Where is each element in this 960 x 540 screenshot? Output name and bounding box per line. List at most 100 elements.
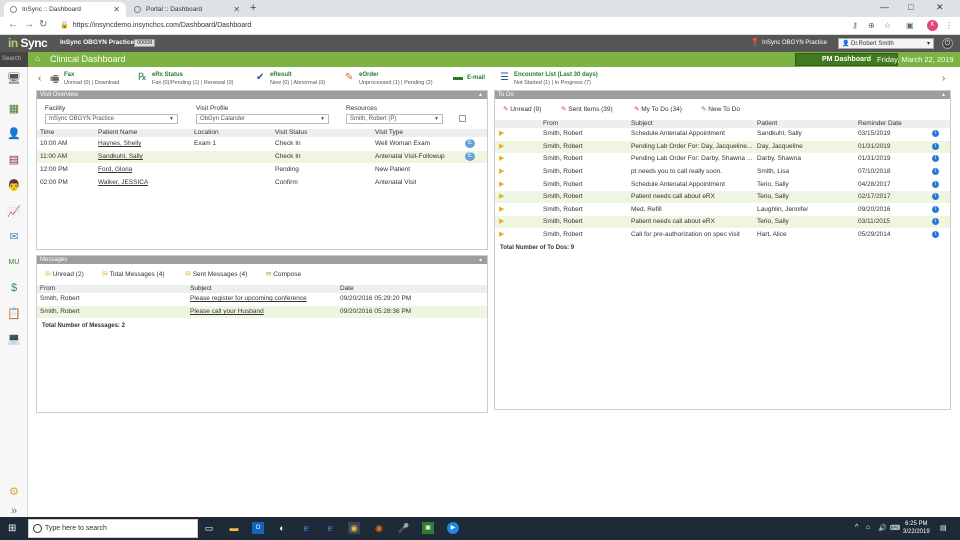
calendar-icon[interactable]: ▤ — [6, 153, 22, 167]
chart-icon[interactable]: 📈 — [6, 205, 22, 219]
settings-icon[interactable]: ⚙ — [6, 485, 22, 499]
info-icon[interactable]: i — [932, 181, 939, 188]
table-row[interactable]: ▶ Smith, Robert Med. Refill Laughlin, Je… — [495, 204, 950, 216]
mu-icon[interactable]: MU — [6, 256, 22, 270]
message-subject-link[interactable]: Please call your Husband — [190, 306, 264, 318]
new-to-do-button[interactable]: ✎ New To Do — [701, 105, 740, 113]
reload-icon[interactable]: ↻ — [39, 19, 47, 30]
task-view-icon[interactable]: ▭ — [203, 522, 215, 534]
taskbar-search-input[interactable]: Type here to search — [28, 519, 198, 538]
resources-checkbox[interactable] — [459, 115, 466, 122]
messages-icon[interactable]: ✉ — [6, 230, 22, 244]
forward-icon[interactable]: → — [24, 19, 34, 30]
volume-icon[interactable]: 🔊 — [878, 524, 887, 532]
message-subject-link[interactable]: Please register for upcoming conference — [190, 293, 307, 305]
table-row[interactable]: ▶ Smith, Robert Schedule Antenatal Appoi… — [495, 128, 950, 140]
tab-sent-messages[interactable]: ✉ Sent Messages (4) — [185, 270, 247, 278]
encounter-toggle-icon[interactable]: E — [465, 152, 475, 161]
table-row[interactable]: ▶ Smith, Robert Pending Lab Order For: D… — [495, 141, 950, 153]
back-icon[interactable]: ← — [8, 19, 18, 30]
info-icon[interactable]: i — [932, 218, 939, 225]
keyboard-icon[interactable]: ⌨ — [890, 524, 900, 532]
provider-icon[interactable]: 👨 — [6, 179, 22, 193]
logout-icon[interactable]: ⏻ — [942, 38, 953, 49]
table-row[interactable]: Smith, Robert Please register for upcomi… — [37, 293, 487, 305]
info-icon[interactable]: i — [932, 206, 939, 213]
tab-total-messages[interactable]: ✉ Total Messages (4) — [102, 270, 165, 278]
collapse-icon[interactable]: ▲ — [478, 256, 483, 264]
table-row[interactable]: 02:00 PM Walker, JESSICA Confirm Antenat… — [37, 177, 487, 189]
browser-tab-dashboard[interactable]: InSync :: Dashboard ✕ — [4, 2, 126, 17]
table-row[interactable]: Smith, Robert Please call your Husband 0… — [37, 306, 487, 318]
expand-sidebar-icon[interactable]: » — [6, 504, 22, 518]
insync-logo[interactable]: in Sync — [8, 36, 48, 50]
key-icon[interactable]: ⚷ — [852, 21, 858, 30]
taskbar-clock[interactable]: 6:25 PM 3/22/2019 — [903, 520, 930, 536]
star-icon[interactable]: ☆ — [884, 21, 891, 30]
outlook-icon[interactable]: O — [252, 522, 264, 534]
table-row[interactable]: 10:00 AM Haynes, Shelly Exam 1 Check In … — [37, 138, 487, 150]
doctor-select[interactable]: 👤 Dr.Robert Smith ▾ — [838, 38, 934, 49]
calculator-icon[interactable]: ▦ — [6, 102, 22, 116]
zoom-app-icon[interactable]: ▶ — [447, 522, 459, 534]
scroll-left-icon[interactable]: ‹ — [38, 73, 41, 84]
info-icon[interactable]: i — [932, 168, 939, 175]
file-explorer-icon[interactable]: ▬ — [228, 522, 240, 534]
info-icon[interactable]: i — [932, 193, 939, 200]
patient-icon[interactable]: 👤 — [6, 127, 22, 141]
collapse-icon[interactable]: ▲ — [941, 91, 946, 99]
sidebar-search-input[interactable]: Search — [0, 52, 28, 67]
compose-button[interactable]: ✉ Compose — [266, 270, 301, 278]
close-window-icon[interactable]: ✕ — [936, 2, 944, 13]
new-tab-button[interactable]: + — [250, 2, 256, 14]
minimize-icon[interactable]: — — [880, 2, 889, 12]
info-icon[interactable]: i — [932, 130, 939, 137]
patient-link[interactable]: Walker, JESSICA — [98, 177, 148, 189]
tab-my-to-do[interactable]: ✎ My To Do (34) — [634, 105, 682, 113]
collapse-icon[interactable]: ▲ — [478, 91, 483, 99]
info-icon[interactable]: i — [932, 155, 939, 162]
maximize-icon[interactable]: □ — [908, 2, 913, 12]
edge-icon[interactable]: e — [300, 522, 312, 534]
billing-icon[interactable]: $ — [6, 281, 22, 295]
table-row[interactable]: 11:00 AM Sandkuhl, Sally Check In Antena… — [37, 151, 487, 163]
table-row[interactable]: ▶ Smith, Robert Schedule Antenatal Appoi… — [495, 179, 950, 191]
patient-link[interactable]: Ford, Gloria — [98, 164, 132, 176]
network-icon[interactable]: ⌂ — [866, 524, 870, 531]
tab-sent-items[interactable]: ✎ Sent Items (39) — [561, 105, 613, 113]
browser-tab-portal[interactable]: Portal :: Dashboard ✕ — [128, 2, 246, 17]
close-tab-icon[interactable]: ✕ — [233, 5, 240, 14]
facility-select[interactable]: InSync OBGYN Practice ▼ — [45, 114, 178, 124]
table-row[interactable]: 12:00 PM Ford, Gloria Pending New Patien… — [37, 164, 487, 176]
table-row[interactable]: ▶ Smith, Robert pt needs you to call rea… — [495, 166, 950, 178]
encounter-toggle-icon[interactable]: E — [465, 139, 475, 148]
clipboard-icon[interactable]: 📋 — [6, 307, 22, 321]
monitor-icon[interactable]: 🖥 — [6, 72, 22, 86]
table-row[interactable]: ▶ Smith, Robert Call for pre-authorizati… — [495, 229, 950, 241]
zoom-icon[interactable]: ⊕ — [868, 21, 875, 30]
tab-unread[interactable]: ✎ Unread (9) — [503, 105, 541, 113]
visit-profile-select[interactable]: ObGyn Calander ▼ — [196, 114, 329, 124]
tray-arrow-icon[interactable]: ^ — [855, 524, 858, 531]
chrome-icon[interactable]: ◉ — [348, 522, 360, 534]
windows-start-icon[interactable]: ⊞ — [8, 523, 16, 534]
patient-link[interactable]: Sandkuhl, Sally — [98, 151, 143, 163]
url-field[interactable]: 🔒 https://insyncdemo.insynchcs.com/Dashbo… — [60, 21, 251, 29]
ie-icon[interactable]: e — [324, 522, 336, 534]
profile-avatar[interactable]: K — [927, 20, 938, 31]
photos-icon[interactable]: ◐ — [276, 522, 288, 534]
scroll-right-icon[interactable]: › — [942, 73, 945, 84]
close-tab-icon[interactable]: ✕ — [113, 5, 120, 14]
tab-unread[interactable]: ✉ Unread (2) — [45, 270, 84, 278]
notifications-icon[interactable]: ▤ — [940, 524, 947, 532]
firefox-icon[interactable]: ◉ — [373, 522, 385, 534]
microphone-icon[interactable]: 🎤 — [398, 522, 410, 534]
resources-select[interactable]: Smith, Robert (P) ▼ — [346, 114, 443, 124]
table-row[interactable]: ▶ Smith, Robert Patient needs call about… — [495, 216, 950, 228]
laptop-icon[interactable]: 💻 — [6, 332, 22, 346]
info-icon[interactable]: i — [932, 231, 939, 238]
menu-icon[interactable]: ⋮ — [945, 21, 953, 30]
extension-icon[interactable]: ▣ — [906, 21, 914, 30]
patient-link[interactable]: Haynes, Shelly — [98, 138, 141, 150]
table-row[interactable]: ▶ Smith, Robert Pending Lab Order For: D… — [495, 153, 950, 165]
